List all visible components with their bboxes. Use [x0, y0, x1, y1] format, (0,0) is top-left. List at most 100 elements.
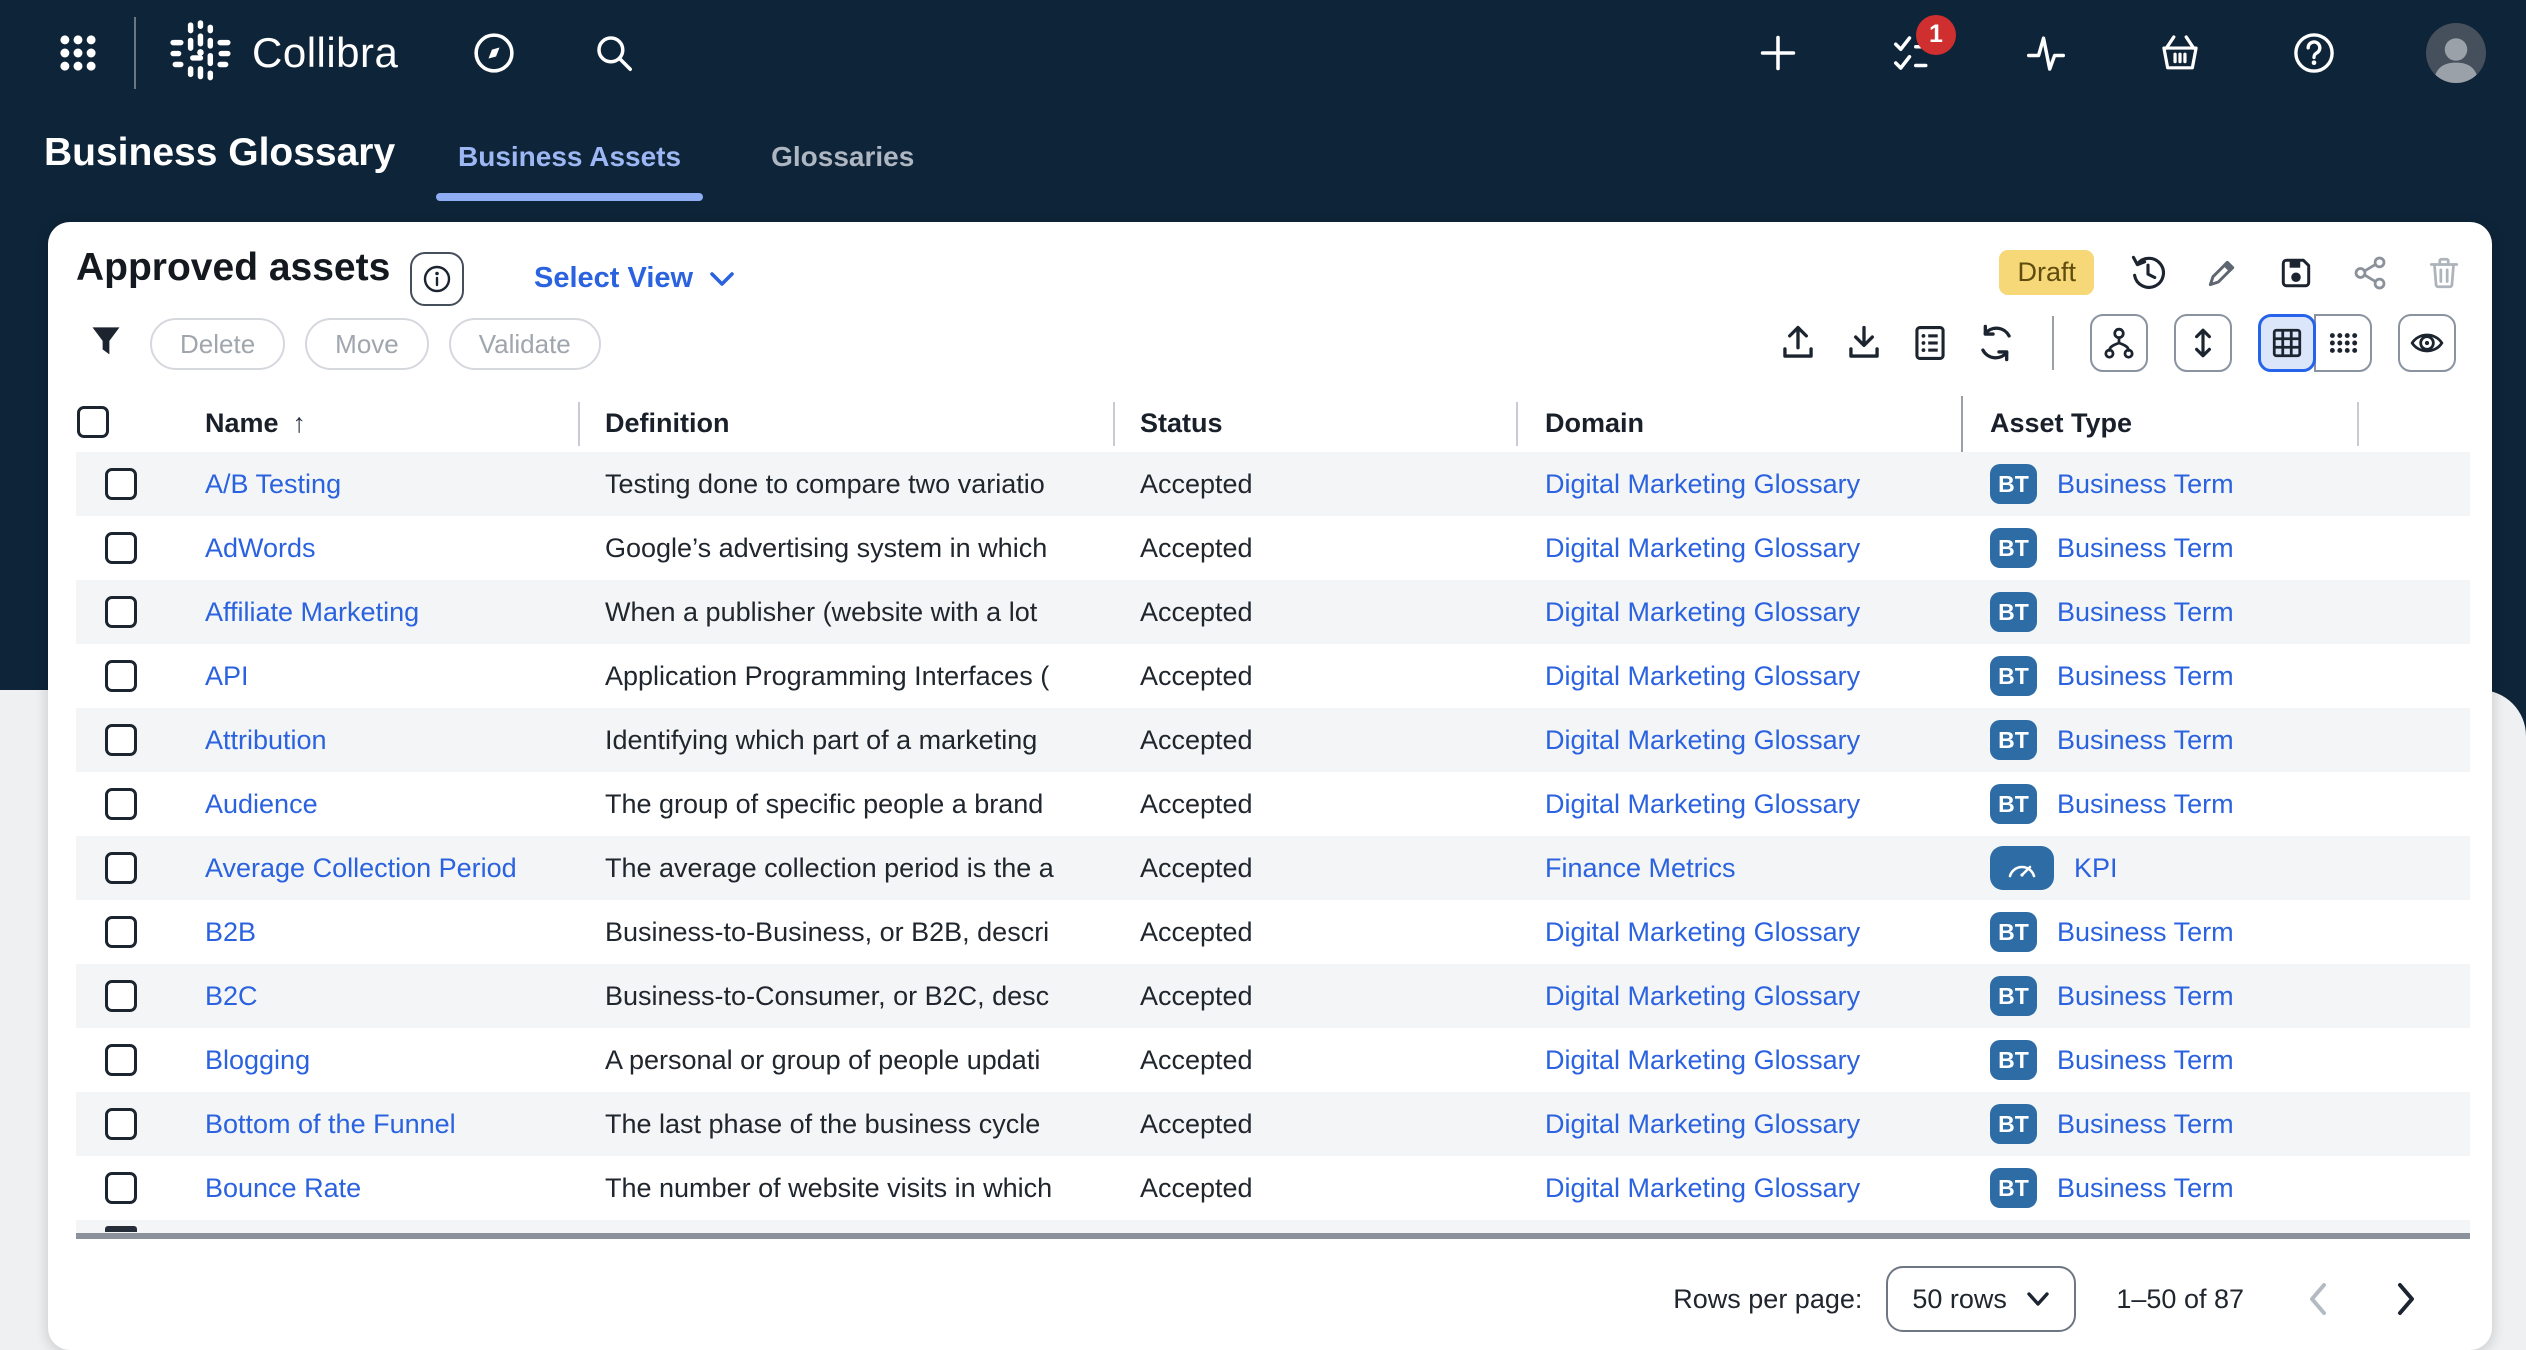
export-upload-icon[interactable] — [1778, 323, 1818, 363]
domain-link[interactable]: Digital Marketing Glossary — [1545, 708, 1860, 772]
domain-link[interactable]: Digital Marketing Glossary — [1545, 452, 1860, 516]
row-checkbox[interactable] — [105, 468, 137, 500]
domain-link[interactable]: Digital Marketing Glossary — [1545, 516, 1860, 580]
search-icon[interactable] — [592, 31, 636, 75]
column-divider[interactable] — [578, 402, 580, 446]
import-download-icon[interactable] — [1844, 323, 1884, 363]
asset-type-link[interactable]: Business Term — [2057, 981, 2234, 1012]
table-header: Name↑ Definition Status Domain Asset Typ… — [48, 396, 2492, 452]
help-icon[interactable] — [2292, 31, 2336, 75]
column-header-definition[interactable]: Definition — [605, 408, 729, 439]
row-checkbox[interactable] — [105, 1108, 137, 1140]
row-checkbox[interactable] — [105, 980, 137, 1012]
row-height-button[interactable] — [2174, 314, 2232, 372]
row-checkbox[interactable] — [105, 1172, 137, 1204]
tab-glossaries[interactable]: Glossaries — [765, 141, 920, 173]
next-page-button[interactable] — [2384, 1277, 2428, 1321]
asset-definition: The number of website visits in which — [605, 1156, 1099, 1220]
delete-button[interactable]: Delete — [150, 318, 285, 370]
trash-icon[interactable] — [2424, 253, 2464, 293]
activity-pulse-icon[interactable] — [2024, 31, 2068, 75]
filter-icon[interactable] — [88, 324, 124, 365]
horizontal-scrollbar[interactable] — [76, 1233, 2470, 1239]
domain-link[interactable]: Digital Marketing Glossary — [1545, 1028, 1860, 1092]
asset-type-link[interactable]: Business Term — [2057, 725, 2234, 756]
column-header-domain[interactable]: Domain — [1545, 408, 1644, 439]
tab-business-assets[interactable]: Business Assets — [452, 141, 687, 173]
history-icon[interactable] — [2128, 253, 2168, 293]
share-icon[interactable] — [2350, 253, 2390, 293]
info-icon[interactable] — [410, 252, 464, 306]
domain-link[interactable]: Digital Marketing Glossary — [1545, 964, 1860, 1028]
domain-link[interactable]: Digital Marketing Glossary — [1545, 900, 1860, 964]
asset-name-link[interactable]: A/B Testing — [205, 452, 341, 516]
asset-name-link[interactable]: Affiliate Marketing — [205, 580, 419, 644]
asset-name-link[interactable]: Attribution — [205, 708, 327, 772]
asset-type-link[interactable]: Business Term — [2057, 661, 2234, 692]
save-icon[interactable] — [2276, 253, 2316, 293]
asset-name-link[interactable]: AdWords — [205, 516, 316, 580]
asset-name-link[interactable]: B2C — [205, 964, 258, 1028]
row-checkbox[interactable] — [105, 660, 137, 692]
dense-view-button[interactable] — [2314, 314, 2372, 372]
asset-name-link[interactable]: Audience — [205, 772, 318, 836]
asset-type-link[interactable]: Business Term — [2057, 789, 2234, 820]
create-plus-icon[interactable] — [1756, 31, 1800, 75]
asset-type-link[interactable]: Business Term — [2057, 1109, 2234, 1140]
asset-type-link[interactable]: Business Term — [2057, 1173, 2234, 1204]
user-avatar[interactable] — [2426, 23, 2486, 83]
rows-per-page-select[interactable]: 50 rows — [1886, 1266, 2076, 1332]
preview-eye-button[interactable] — [2398, 314, 2456, 372]
row-checkbox[interactable] — [105, 852, 137, 884]
table-view-button[interactable] — [2258, 314, 2316, 372]
apps-grid-icon[interactable] — [56, 31, 100, 75]
report-list-icon[interactable] — [1910, 323, 1950, 363]
asset-type-cell: BT Business Term — [1990, 580, 2234, 644]
asset-name-link[interactable]: API — [205, 644, 249, 708]
move-button[interactable]: Move — [305, 318, 429, 370]
top-navigation: Collibra 1 — [0, 0, 2526, 105]
asset-name-link[interactable]: Average Collection Period — [205, 836, 517, 900]
asset-type-link[interactable]: KPI — [2074, 853, 2118, 884]
tasks-icon[interactable]: 1 — [1890, 31, 1934, 75]
select-view-dropdown[interactable]: Select View — [534, 262, 735, 295]
asset-type-link[interactable]: Business Term — [2057, 597, 2234, 628]
hierarchy-view-button[interactable] — [2090, 314, 2148, 372]
column-divider[interactable] — [1516, 402, 1518, 446]
asset-type-cell: KPI — [1990, 836, 2118, 900]
domain-link[interactable]: Digital Marketing Glossary — [1545, 1092, 1860, 1156]
column-header-status[interactable]: Status — [1140, 408, 1223, 439]
column-divider[interactable] — [2357, 402, 2359, 446]
domain-link[interactable]: Digital Marketing Glossary — [1545, 580, 1860, 644]
previous-page-button[interactable] — [2296, 1277, 2340, 1321]
row-checkbox[interactable] — [105, 1044, 137, 1076]
chevron-down-icon — [709, 270, 735, 288]
validate-button[interactable]: Validate — [449, 318, 601, 370]
row-checkbox[interactable] — [105, 596, 137, 628]
asset-type-link[interactable]: Business Term — [2057, 533, 2234, 564]
column-divider[interactable] — [1113, 402, 1115, 446]
asset-type-link[interactable]: Business Term — [2057, 1045, 2234, 1076]
asset-name-link[interactable]: Blogging — [205, 1028, 310, 1092]
row-checkbox[interactable] — [105, 532, 137, 564]
basket-icon[interactable] — [2158, 31, 2202, 75]
domain-link[interactable]: Finance Metrics — [1545, 836, 1736, 900]
asset-type-link[interactable]: Business Term — [2057, 917, 2234, 948]
collibra-logo[interactable]: Collibra — [166, 18, 398, 88]
select-all-checkbox[interactable] — [77, 406, 109, 438]
row-checkbox[interactable] — [105, 724, 137, 756]
compass-icon[interactable] — [472, 31, 516, 75]
edit-pencil-icon[interactable] — [2202, 253, 2242, 293]
asset-name-link[interactable]: Bottom of the Funnel — [205, 1092, 456, 1156]
asset-name-link[interactable]: B2B — [205, 900, 256, 964]
domain-link[interactable]: Digital Marketing Glossary — [1545, 772, 1860, 836]
row-checkbox[interactable] — [105, 916, 137, 948]
column-header-asset-type[interactable]: Asset Type — [1990, 408, 2132, 439]
domain-link[interactable]: Digital Marketing Glossary — [1545, 1156, 1860, 1220]
asset-type-link[interactable]: Business Term — [2057, 469, 2234, 500]
asset-name-link[interactable]: Bounce Rate — [205, 1156, 361, 1220]
column-header-name[interactable]: Name↑ — [205, 408, 306, 439]
row-checkbox[interactable] — [105, 788, 137, 820]
refresh-icon[interactable] — [1976, 323, 2016, 363]
domain-link[interactable]: Digital Marketing Glossary — [1545, 644, 1860, 708]
